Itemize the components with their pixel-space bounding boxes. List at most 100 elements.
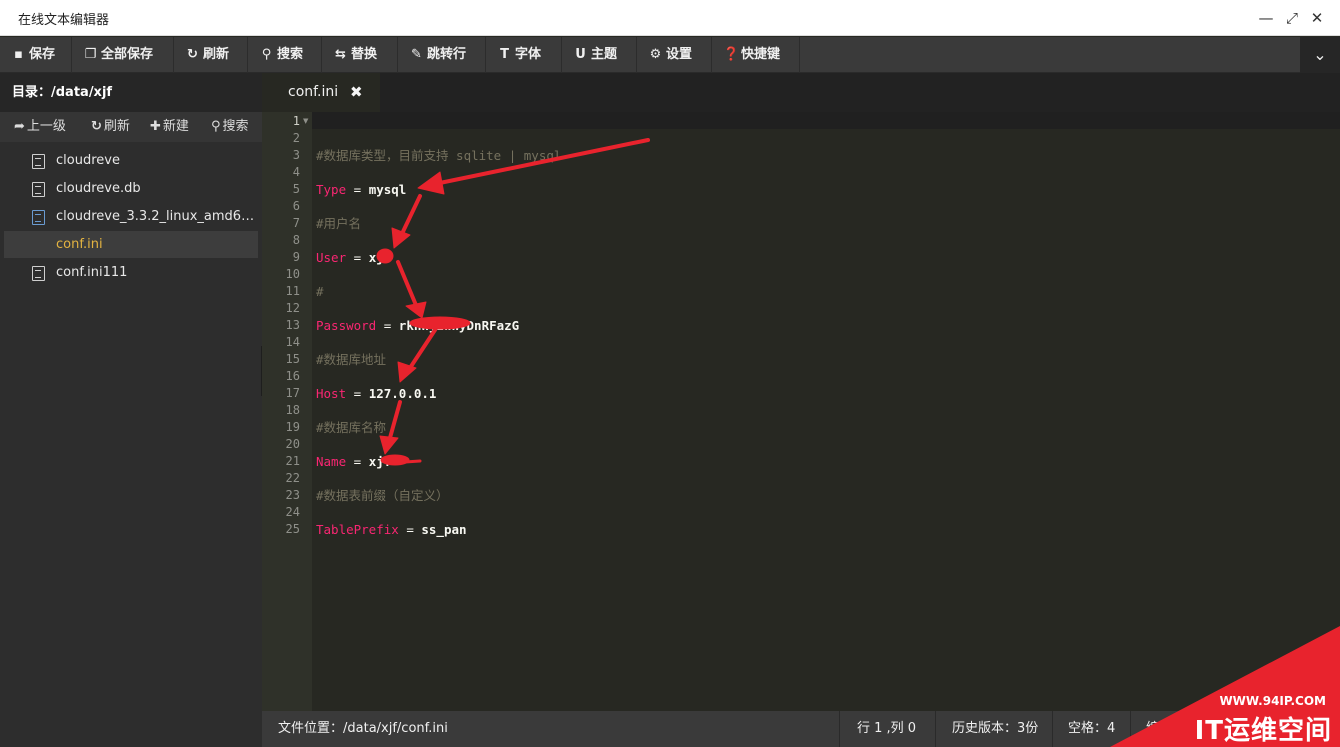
history-versions[interactable]: 历史版本：3份 [952, 711, 1038, 747]
toolbar: ▪ 保存 ❐ 全部保存 ↻ 刷新 ⚲ 搜索 ⇆ 替换 ✎ 跳转行 T 字体 U 主题 ⚙ 设置 ❓… [0, 37, 1340, 73]
code-line[interactable]: User = xjf [316, 249, 391, 266]
parent-dir-button[interactable]: ➦ 上一级 [14, 112, 66, 142]
minimize-icon[interactable]: — [1256, 8, 1276, 28]
code-line[interactable]: #数据库地址 [316, 351, 386, 368]
code-line[interactable]: Host = 127.0.0.1 [316, 385, 436, 402]
divider [935, 711, 936, 747]
line-number: 16 [285, 369, 300, 383]
search-icon: ⚲ [211, 119, 221, 134]
file-item-conf-ini111[interactable]: conf.ini111 [4, 259, 258, 286]
indent-spaces[interactable]: 空格：4 [1068, 711, 1115, 747]
sidebar-search-button[interactable]: ⚲ 搜索 [211, 112, 249, 142]
ini-equals: = [346, 182, 369, 197]
file-name: conf.ini111 [56, 265, 128, 280]
line-number: 11 [285, 284, 300, 298]
fold-toggle-icon[interactable]: ▼ [303, 113, 308, 130]
theme-button[interactable]: U 主题 [562, 37, 637, 73]
code-line[interactable]: #数据库类型，目前支持 sqlite | mysql [316, 147, 561, 164]
line-number: 15 [285, 352, 300, 366]
ini-value: xjf [368, 250, 392, 265]
line-number: 23 [285, 488, 300, 502]
window-title: 在线文本编辑器 [18, 13, 110, 28]
file-item-conf-ini[interactable]: conf.ini [4, 231, 258, 258]
divider [1130, 711, 1131, 747]
file-name: cloudreve [56, 153, 120, 168]
code-line[interactable]: # [316, 283, 324, 300]
refresh-button[interactable]: ↻ 刷新 [174, 37, 248, 73]
settings-button[interactable]: ⚙ 设置 [637, 37, 712, 73]
gear-icon: ⚙ [649, 47, 662, 62]
close-tab-icon[interactable]: ✖ [350, 73, 363, 112]
divider [1052, 711, 1053, 747]
line-number: 7 [292, 216, 300, 230]
ini-comment: #数据库地址 [316, 352, 387, 367]
divider [839, 711, 840, 747]
ini-value: ss_pan [421, 522, 467, 537]
code-line[interactable]: #数据表前缀（自定义） [316, 487, 449, 504]
cursor-position[interactable]: 行 1 ,列 0 [857, 711, 916, 747]
code-line[interactable]: TablePrefix = ss_pan [316, 521, 467, 538]
theme-label: 主题 [591, 47, 618, 62]
save-button[interactable]: ▪ 保存 [0, 37, 72, 73]
search-button[interactable]: ⚲ 搜索 [248, 37, 322, 73]
font-label: 字体 [515, 47, 542, 62]
sidebar-search-label: 搜索 [222, 119, 249, 134]
copy-icon: ❐ [84, 47, 97, 62]
file-item-cloudreve-db[interactable]: cloudreve.db [4, 175, 258, 202]
ini-comment: #数据库类型，目前支持 sqlite | mysql [316, 148, 562, 163]
ini-key: User [316, 250, 347, 265]
ini-equals: = [346, 250, 369, 265]
sidebar-refresh-button[interactable]: ↻ 刷新 [91, 112, 130, 142]
settings-label: 设置 [666, 47, 693, 62]
line-number: 6 [292, 199, 300, 213]
file-item-cloudreve[interactable]: cloudreve [4, 147, 258, 174]
close-icon[interactable]: ✕ [1307, 8, 1327, 28]
search-icon: ⚲ [261, 47, 272, 62]
ini-key: Name [316, 454, 347, 469]
pin-icon: ✎ [411, 47, 422, 62]
font-button[interactable]: T 字体 [486, 37, 562, 73]
line-number: 1 [292, 114, 300, 128]
file-item-cloudreve-binary[interactable]: cloudreve_3.3.2_linux_amd6… [4, 203, 258, 230]
new-file-button[interactable]: ✚ 新建 [150, 112, 189, 142]
file-icon [32, 266, 45, 281]
code-line[interactable]: Name = xjf [316, 453, 391, 470]
line-number: 25 [285, 522, 300, 536]
line-number: 13 [285, 318, 300, 332]
replace-button[interactable]: ⇆ 替换 [322, 37, 398, 73]
encoding-indicator[interactable]: 编 [1146, 711, 1159, 747]
file-sidebar: 目录：/data/xjf ➦ 上一级 ↻ 刷新 ✚ 新建 ⚲ 搜索 cloudreve … [0, 73, 262, 747]
save-all-button[interactable]: ❐ 全部保存 [72, 37, 174, 73]
line-number: 5 [292, 182, 300, 196]
line-number: 9 [292, 250, 300, 264]
sidebar-refresh-label: 刷新 [103, 119, 130, 134]
tab-label: conf.ini [288, 84, 339, 100]
sidebar-actions: ➦ 上一级 ↻ 刷新 ✚ 新建 ⚲ 搜索 [0, 112, 262, 142]
ini-key: Password [316, 318, 377, 333]
line-number: 2 [292, 131, 300, 145]
ini-equals: = [346, 454, 369, 469]
line-number: 18 [285, 403, 300, 417]
file-location: 文件位置：/data/xjf/conf.ini [278, 721, 448, 736]
line-number: 14 [285, 335, 300, 349]
ini-value: rkhWjEwWyDnRFazG [398, 318, 520, 333]
line-number: 17 [285, 386, 300, 400]
code-line[interactable]: #数据库名称 [316, 419, 386, 436]
chevron-down-icon[interactable]: ⌄ [1300, 37, 1340, 73]
shortcuts-button[interactable]: ❓ 快捷键 [712, 37, 800, 73]
code-editor[interactable]: [Database]#数据库类型，目前支持 sqlite | mysqlType… [312, 112, 1340, 711]
active-line-highlight [312, 112, 1340, 129]
code-line[interactable]: Type = mysql [316, 181, 406, 198]
tab-conf-ini[interactable]: conf.ini ✖ [262, 73, 380, 112]
code-line[interactable]: Password = rkhWjEwWyDnRFazG [316, 317, 519, 334]
goto-line-label: 跳转行 [427, 47, 467, 62]
ini-comment: # [316, 284, 324, 299]
code-line[interactable]: #用户名 [316, 215, 361, 232]
goto-line-button[interactable]: ✎ 跳转行 [398, 37, 486, 73]
binary-file-icon [32, 210, 45, 225]
maximize-icon[interactable]: ⤢ [1282, 8, 1302, 28]
line-number: 20 [285, 437, 300, 451]
refresh-icon: ↻ [91, 119, 102, 134]
floppy-icon: ▪ [14, 47, 23, 62]
line-number: 19 [285, 420, 300, 434]
